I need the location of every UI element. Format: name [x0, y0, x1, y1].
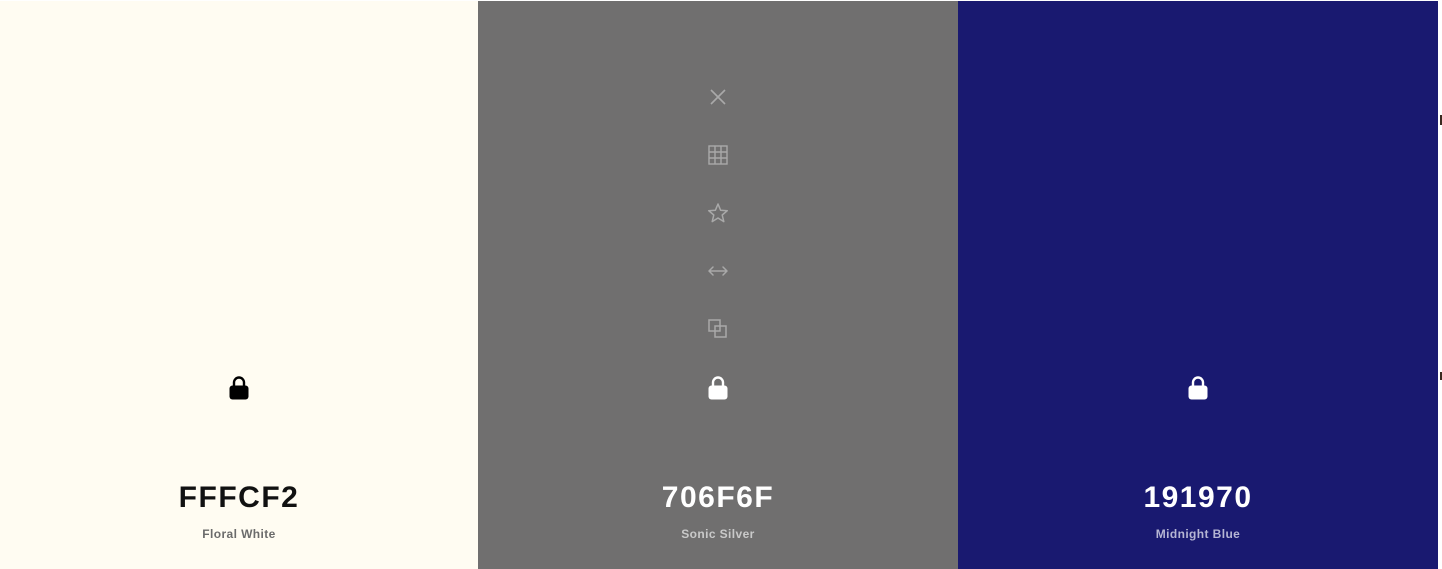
- color-swatch-sonic-silver[interactable]: 706F6F Sonic Silver: [478, 1, 958, 569]
- grid-icon[interactable]: [702, 139, 734, 171]
- color-hex-code[interactable]: 191970: [958, 479, 1438, 517]
- lock-icon[interactable]: [228, 375, 250, 401]
- lock-icon[interactable]: [1187, 375, 1209, 401]
- close-icon[interactable]: [702, 81, 734, 113]
- star-icon[interactable]: [702, 197, 734, 229]
- copy-icon[interactable]: [702, 313, 734, 345]
- color-hex-code[interactable]: FFFCF2: [0, 479, 478, 517]
- arrows-horizontal-icon[interactable]: [702, 255, 734, 287]
- color-name[interactable]: Midnight Blue: [958, 526, 1438, 542]
- color-name[interactable]: Floral White: [0, 526, 478, 542]
- color-name[interactable]: Sonic Silver: [478, 526, 958, 542]
- lock-icon[interactable]: [707, 375, 729, 401]
- window-edge: [1438, 0, 1442, 569]
- color-palette: FFFCF2 Floral White 706F6F Sonic Silver …: [0, 1, 1438, 569]
- color-hex-code[interactable]: 706F6F: [478, 479, 958, 517]
- swatch-toolbar: [702, 81, 734, 371]
- color-swatch-midnight-blue[interactable]: 191970 Midnight Blue: [958, 1, 1438, 569]
- color-swatch-floral-white[interactable]: FFFCF2 Floral White: [0, 1, 478, 569]
